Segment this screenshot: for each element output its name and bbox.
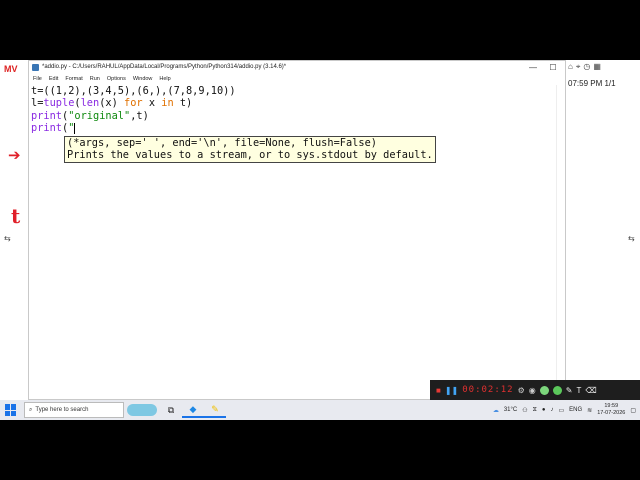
notifications-icon[interactable]: ▢ — [630, 407, 636, 414]
windows-start-icon[interactable] — [5, 404, 17, 416]
taskbar: ⌕ Type here to search ⧉ ◆ ✎ ☁ 31°C ⚇ ⧖ ●… — [0, 400, 640, 420]
grid-icon[interactable]: ▦ — [593, 62, 601, 72]
python-file-icon — [32, 64, 39, 71]
expand-arrows-icon[interactable]: ⇆ — [4, 234, 11, 243]
language-indicator[interactable]: ENG — [569, 407, 582, 413]
battery-icon[interactable]: ▭ — [558, 407, 564, 414]
calltip: (*args, sep=' ', end='\n', file=None, fl… — [64, 136, 436, 163]
taskbar-search[interactable]: ⌕ Type here to search — [24, 402, 124, 418]
settings-icon[interactable]: ⚙ — [518, 386, 525, 395]
menu-format[interactable]: Format — [65, 76, 82, 82]
speaker-icon[interactable]: ♪ — [550, 407, 553, 413]
pause-icon[interactable]: ❚❚ — [445, 386, 458, 395]
menu-file[interactable]: File — [33, 76, 42, 82]
window-title: *addio.py - C:/Users/RAHUL/AppData/Local… — [42, 64, 287, 70]
title-bar[interactable]: *addio.py - C:/Users/RAHUL/AppData/Local… — [29, 61, 580, 74]
calltip-description: Prints the values to a stream, or to sys… — [67, 149, 433, 162]
text-tool-icon[interactable]: T — [576, 386, 581, 395]
weather-icon: ☁ — [492, 407, 499, 414]
camera-icon[interactable]: ⌂ — [568, 62, 573, 72]
network-icon[interactable]: ⧖ — [533, 407, 537, 414]
cursor-icon[interactable]: ⌖ — [576, 62, 581, 72]
recording-timer: 00:02:12 — [462, 385, 514, 395]
search-placeholder: Type here to search — [35, 407, 89, 413]
recording-timestamp: 07:59 PM 1/1 — [568, 79, 616, 88]
recorder-side-panel: ⌂ ⌖ ◷ ▦ 07:59 PM 1/1 ⇆ — [566, 60, 640, 380]
vertical-scrollbar[interactable] — [556, 85, 565, 399]
code-editor[interactable]: t=((1,2),(3,4,5),(6,),(7,8,9,10)) l=tupl… — [29, 85, 565, 399]
system-tray: ☁ 31°C ⚇ ⧖ ● ♪ ▭ ENG ≋ 19:59 17-07-2026 … — [493, 403, 640, 417]
annotation-strip: MV ➔ t ⇆ — [0, 60, 28, 400]
calltip-signature: (*args, sep=' ', end='\n', file=None, fl… — [67, 137, 377, 149]
idle-editor-window: *addio.py - C:/Users/RAHUL/AppData/Local… — [28, 60, 580, 400]
text-cursor — [74, 122, 76, 134]
clock-date: 17-07-2026 — [597, 410, 626, 416]
timer-icon[interactable]: ◷ — [583, 62, 590, 72]
pen-icon[interactable]: ✎ — [566, 386, 573, 395]
stop-icon[interactable]: ■ — [436, 386, 441, 395]
panel-toolbar: ⌂ ⌖ ◷ ▦ — [568, 62, 601, 72]
clock-time: 19:59 — [604, 403, 619, 409]
menu-options[interactable]: Options — [107, 76, 126, 82]
menu-run[interactable]: Run — [90, 76, 100, 82]
taskbar-clock[interactable]: 19:59 17-07-2026 — [597, 403, 625, 417]
menu-window[interactable]: Window — [133, 76, 153, 82]
python-idle-icon[interactable]: ✎ — [204, 402, 226, 418]
mic-icon[interactable] — [552, 385, 562, 395]
mic-tray-icon[interactable]: ● — [542, 407, 546, 413]
vscode-icon[interactable]: ◆ — [182, 402, 204, 418]
menu-bar: File Edit Format Run Options Window Help — [29, 74, 565, 84]
draw-tool-icon[interactable] — [539, 385, 549, 395]
wifi-icon[interactable]: ≋ — [587, 407, 592, 414]
people-icon[interactable]: ⚇ — [522, 407, 527, 414]
minimize-button[interactable]: — — [523, 62, 543, 73]
red-t-annotation: t — [11, 204, 21, 228]
code-line: print("original",t) — [31, 109, 149, 122]
expand-arrows-icon[interactable]: ⇆ — [628, 234, 635, 243]
red-arrow-annotation: ➔ — [8, 146, 21, 164]
code-line: l=tuple(len(x) for x in t) — [31, 97, 193, 110]
eraser-icon[interactable]: ⌫ — [585, 386, 596, 395]
channel-logo-icon: MV — [4, 64, 18, 74]
webcam-icon[interactable]: ◉ — [529, 386, 536, 395]
task-view-icon[interactable]: ⧉ — [160, 402, 182, 418]
code-line: t=((1,2),(3,4,5),(6,),(7,8,9,10)) — [31, 85, 236, 97]
screen: MV ➔ t ⇆ *addio.py - C:/Users/RAHUL/AppD… — [0, 60, 640, 420]
menu-help[interactable]: Help — [159, 76, 170, 82]
recorder-toolbar: ■ ❚❚ 00:02:12 ⚙ ◉ ✎ T ⌫ — [430, 380, 640, 400]
code-line: print(" — [31, 122, 76, 135]
weather-temperature[interactable]: 31°C — [504, 407, 517, 413]
maximize-button[interactable]: ☐ — [543, 62, 563, 73]
search-highlight-image[interactable] — [124, 402, 160, 418]
menu-edit[interactable]: Edit — [49, 76, 58, 82]
search-icon: ⌕ — [29, 406, 33, 413]
